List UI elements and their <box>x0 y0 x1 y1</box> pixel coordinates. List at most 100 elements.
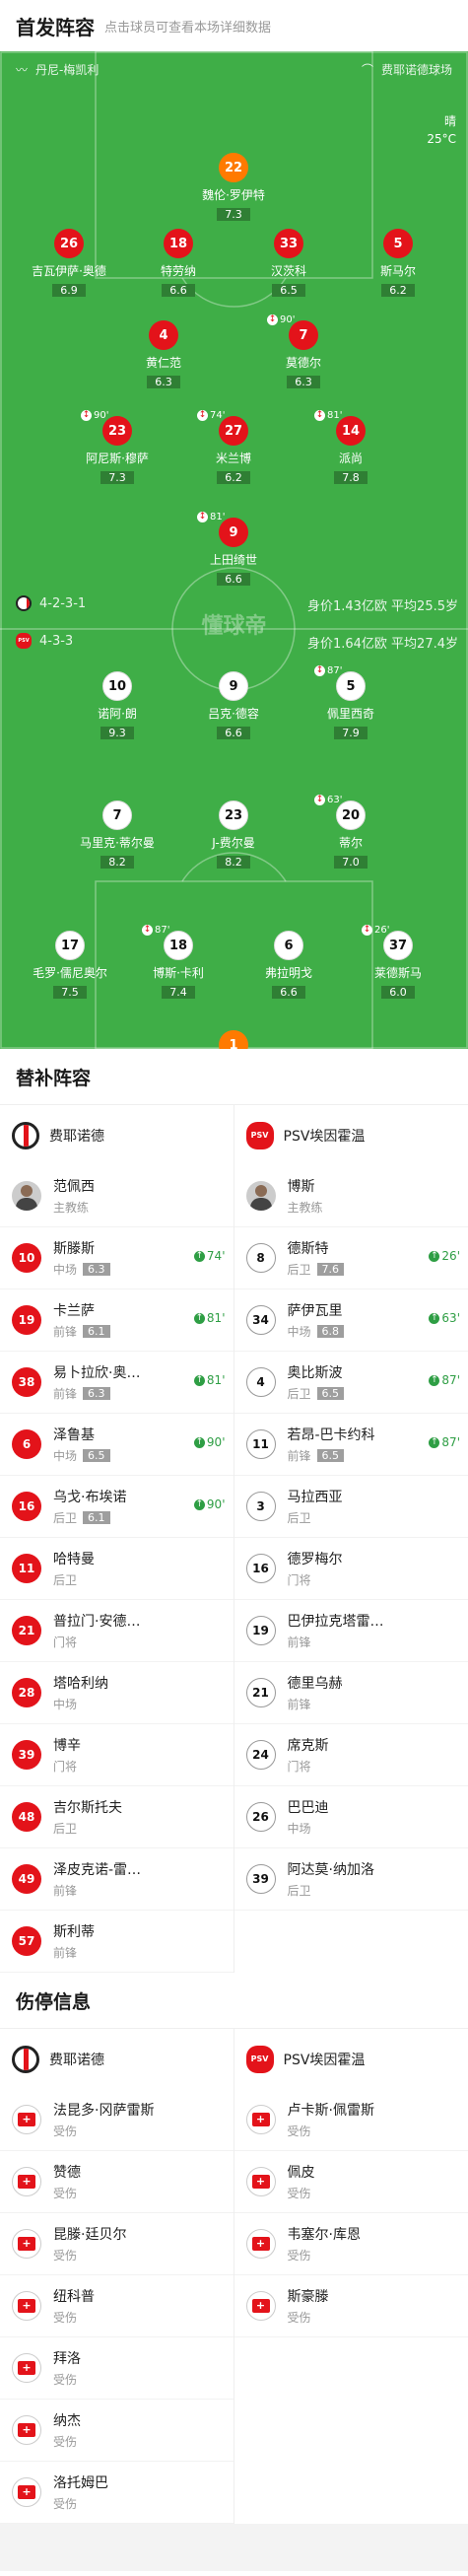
home-player[interactable]: 23 ↕ 90' 阿尼斯·穆萨 7.3 <box>58 410 176 485</box>
player-meta: 中场 <box>53 1696 108 1712</box>
subs-home-team[interactable]: 费耶诺德 <box>0 1105 234 1165</box>
injury-row[interactable]: + 昆滕·廷贝尔 受伤 <box>0 2213 234 2275</box>
injury-row[interactable]: + 赞德 受伤 <box>0 2151 234 2213</box>
player-rating: 6.1 <box>83 1511 110 1524</box>
substitution-icon: ↕ <box>314 665 325 676</box>
coach-avatar <box>245 1181 276 1211</box>
injuries-away-team[interactable]: PSV PSV埃因霍温 <box>234 2029 468 2089</box>
player-name: 弗拉明戈 <box>264 966 312 980</box>
away-player[interactable]: 7 马里克·蒂尔曼 8.2 <box>58 801 176 870</box>
sub-player-row[interactable]: 39 博辛 门将 <box>0 1724 234 1786</box>
sub-player-row[interactable]: 38 易卜拉欣·奥… 前锋 6.3 ↑ 81' <box>0 1352 234 1414</box>
away-player[interactable]: 9 吕克·德容 6.6 <box>174 671 293 740</box>
sub-player-row[interactable]: 4 奥比斯波 后卫 6.5 ↑ 87' <box>234 1352 468 1414</box>
player-name: 马拉西亚 <box>287 1490 343 1505</box>
player-name: 乌戈·布埃诺 <box>53 1490 127 1505</box>
sub-player-row[interactable]: 49 泽皮克诺-雷… 前锋 <box>0 1848 234 1911</box>
player-rating: 6.9 <box>52 284 86 297</box>
sub-player-row[interactable]: 26 巴巴迪 中场 <box>234 1786 468 1848</box>
player-name: 卢卡斯·佩雷斯 <box>287 2103 374 2119</box>
shirt-number: 17 <box>55 931 85 960</box>
sub-player-row[interactable]: 39 阿达莫·纳加洛 后卫 <box>234 1848 468 1911</box>
sub-in-minute-text: 87' <box>441 1373 460 1387</box>
shirt-number: 3 <box>245 1492 276 1521</box>
injury-row[interactable]: + 拜洛 受伤 <box>0 2337 234 2400</box>
home-player[interactable]: 9 ↕ 81' 上田绮世 6.6 <box>174 512 293 587</box>
medical-cross-icon: + <box>251 2299 270 2313</box>
sub-player-row[interactable]: 6 泽鲁基 中场 6.5 ↑ 90' <box>0 1414 234 1476</box>
sub-player-row[interactable]: 10 斯滕斯 中场 6.3 ↑ 74' <box>0 1227 234 1289</box>
sub-in-icon: ↑ <box>429 1374 440 1386</box>
player-position: 中场 <box>53 1263 78 1277</box>
away-player[interactable]: 23 J-费尔曼 8.2 <box>174 801 293 870</box>
sub-player-row[interactable]: 3 马拉西亚 后卫 <box>234 1476 468 1538</box>
sub-player-row[interactable]: 16 乌戈·布埃诺 后卫 6.1 ↑ 90' <box>0 1476 234 1538</box>
home-player[interactable]: 33 汉茨科 6.5 <box>230 229 348 298</box>
sub-player-row[interactable]: 11 哈特曼 后卫 <box>0 1538 234 1600</box>
substitution-event: ↕ 90' <box>267 314 295 325</box>
home-coach-row[interactable]: 范佩西 主教练 <box>0 1165 234 1227</box>
injury-row[interactable]: + 卢卡斯·佩雷斯 受伤 <box>234 2089 468 2151</box>
medical-kit-icon: + <box>245 2105 276 2134</box>
away-player[interactable]: 20 ↕ 63' 蒂尔 7.0 <box>292 795 410 870</box>
injuries-home-team[interactable]: 费耶诺德 <box>0 2029 234 2089</box>
injuries-title: 伤停信息 <box>16 1990 92 2013</box>
away-player[interactable]: 17 毛罗·儒尼奥尔 7.5 <box>11 931 129 1000</box>
away-player[interactable]: 5 ↕ 87' 佩里西奇 7.9 <box>292 665 410 740</box>
sub-player-row[interactable]: 19 卡兰萨 前锋 6.1 ↑ 81' <box>0 1289 234 1352</box>
player-position: 前锋 <box>287 1636 311 1649</box>
player-name: 法昆多·冈萨雷斯 <box>53 2103 155 2119</box>
sub-player-row[interactable]: 34 萨伊瓦里 中场 6.8 ↑ 63' <box>234 1289 468 1352</box>
player-name: 泽鲁基 <box>53 1427 95 1443</box>
player-rating: 6.6 <box>162 284 195 297</box>
home-player[interactable]: 7 ↕ 90' 莫德尔 6.3 <box>244 314 363 389</box>
sub-player-row[interactable]: 21 普拉门·安德… 门将 <box>0 1600 234 1662</box>
injury-row[interactable]: + 纽科普 受伤 <box>0 2275 234 2337</box>
injury-row[interactable]: + 韦塞尔·库恩 受伤 <box>234 2213 468 2275</box>
away-player[interactable]: 37 ↕ 26' 莱德斯马 6.0 <box>339 925 457 1000</box>
sub-player-row[interactable]: 21 德里乌赫 前锋 <box>234 1662 468 1724</box>
sub-player-row[interactable]: 8 德斯特 后卫 7.6 ↑ 26' <box>234 1227 468 1289</box>
home-player[interactable]: 5 斯马尔 6.2 <box>339 229 457 298</box>
home-player[interactable]: 14 ↕ 81' 派尚 7.8 <box>292 410 410 485</box>
shirt-number: 38 <box>12 1367 41 1397</box>
player-name: 莫德尔 <box>285 356 321 370</box>
injury-row[interactable]: + 斯豪滕 受伤 <box>234 2275 468 2337</box>
sub-player-row[interactable]: 48 吉尔斯托夫 后卫 <box>0 1786 234 1848</box>
sub-in-icon: ↑ <box>193 1250 205 1262</box>
sub-player-row[interactable]: 16 德罗梅尔 门将 <box>234 1538 468 1600</box>
away-player[interactable]: 6 弗拉明戈 6.6 <box>230 931 348 1000</box>
home-player[interactable]: 22 魏伦·罗伊特 7.3 <box>174 153 293 222</box>
home-player[interactable]: 27 ↕ 74' 米兰博 6.2 <box>174 410 293 485</box>
sub-player-row[interactable]: 28 塔哈利纳 中场 <box>0 1662 234 1724</box>
stadium-name: 费耶诺德球场 <box>380 63 452 77</box>
shirt-number: 11 <box>12 1554 41 1583</box>
subs-away-column: 博斯 主教练 8 德斯特 后卫 7.6 ↑ 26' 34 萨伊瓦里 中场 6.8 ↑ 63' 4 奥比斯波后… <box>234 1165 468 1973</box>
injuries-grid: + 法昆多·冈萨雷斯 受伤 + 赞德 受伤 + 昆滕·廷贝尔 受伤 + 纽科普 受伤 + 拜洛 受伤 + 纳杰受… <box>0 2089 468 2524</box>
shirt-number: 34 <box>245 1305 276 1335</box>
injury-row[interactable]: + 纳杰 受伤 <box>0 2400 234 2462</box>
shirt-number: 28 <box>12 1678 41 1707</box>
sub-player-row[interactable]: 57 斯利蒂 前锋 <box>0 1911 234 1973</box>
player-position: 后卫 <box>287 1884 311 1898</box>
injury-row[interactable]: + 佩皮 受伤 <box>234 2151 468 2213</box>
injury-row[interactable]: + 法昆多·冈萨雷斯 受伤 <box>0 2089 234 2151</box>
player-rating: 6.1 <box>83 1325 110 1338</box>
subs-away-team[interactable]: PSV PSV埃因霍温 <box>234 1105 468 1165</box>
player-meta: 前锋 6.5 <box>288 1447 375 1464</box>
sub-in-minute: ↑ 87' <box>429 1435 460 1449</box>
injury-status: 受伤 <box>53 2187 78 2200</box>
sub-player-row[interactable]: 11 若昂-巴卡约科 前锋 6.5 ↑ 87' <box>234 1414 468 1476</box>
away-player[interactable]: 18 ↕ 87' 博斯·卡利 7.4 <box>119 925 237 1000</box>
home-player[interactable]: 4 黄仁范 6.3 <box>104 320 223 389</box>
sub-player-row[interactable]: 24 席克斯 门将 <box>234 1724 468 1786</box>
psv-logo-icon: PSV <box>245 1121 274 1149</box>
player-name: 纳杰 <box>53 2413 81 2429</box>
away-player[interactable]: 1瓦尔特·贝尼…6.5 <box>174 1030 293 1049</box>
sub-player-row[interactable]: 19 巴伊拉克塔雷… 前锋 <box>234 1600 468 1662</box>
away-coach-row[interactable]: 博斯 主教练 <box>234 1165 468 1227</box>
away-player[interactable]: 10 诺阿·朗 9.3 <box>58 671 176 740</box>
home-player[interactable]: 26 吉瓦伊萨·奥德 6.9 <box>10 229 128 298</box>
injury-row[interactable]: + 洛托姆巴 受伤 <box>0 2462 234 2524</box>
home-player[interactable]: 18 特劳纳 6.6 <box>119 229 237 298</box>
